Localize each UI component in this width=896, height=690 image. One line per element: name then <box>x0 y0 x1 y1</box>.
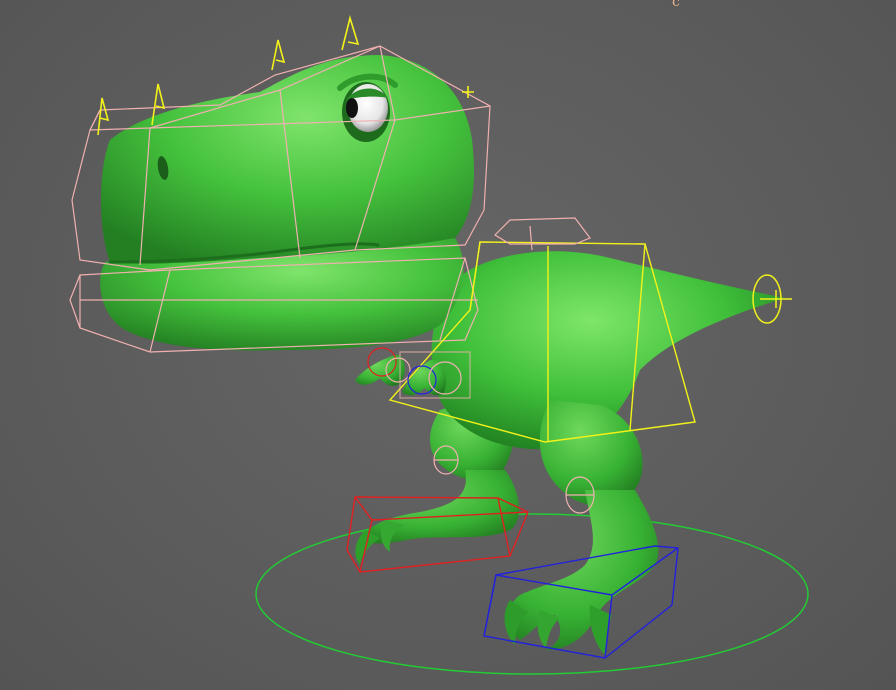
neck-control[interactable] <box>494 217 591 251</box>
3d-viewport[interactable]: c <box>0 0 896 690</box>
viewport-scene[interactable] <box>0 0 896 690</box>
trex-eye <box>342 82 390 142</box>
